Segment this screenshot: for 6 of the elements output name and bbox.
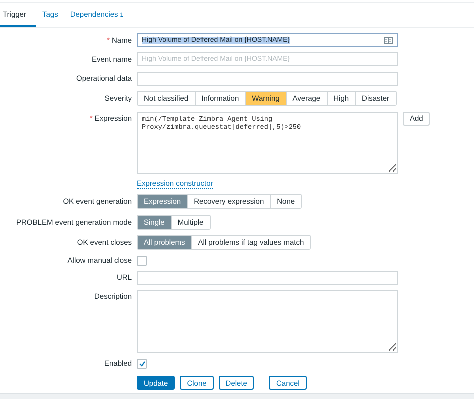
checkbox[interactable]: [137, 358, 147, 369]
input-field[interactable]: [137, 72, 398, 86]
checkbox[interactable]: [137, 256, 147, 266]
macro-icon[interactable]: [384, 36, 393, 44]
input-field[interactable]: [137, 270, 398, 285]
textarea-field[interactable]: [137, 290, 398, 354]
